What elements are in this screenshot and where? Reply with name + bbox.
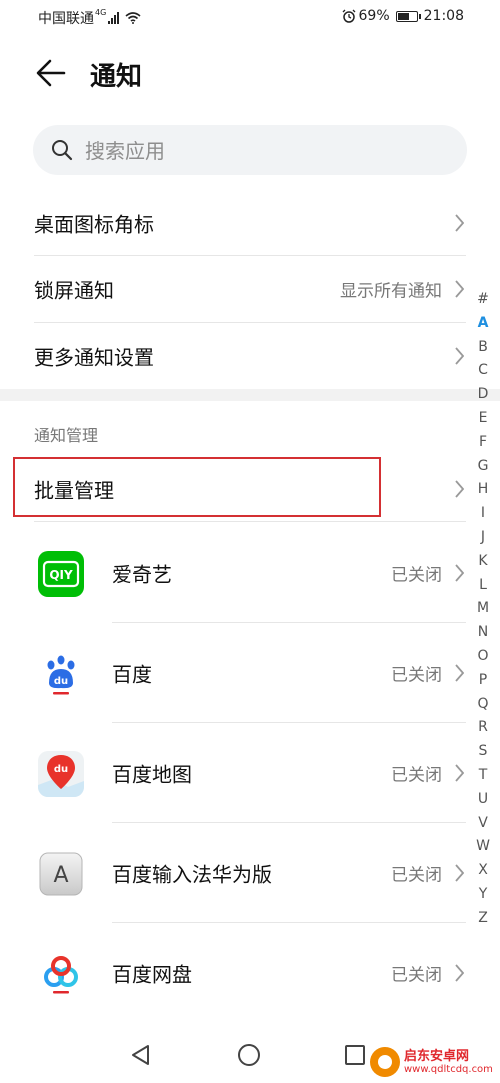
watermark-text: 启东安卓网 www.qdltcdq.com — [404, 1049, 493, 1076]
alphabet-index-letter[interactable]: B — [474, 336, 492, 360]
watermark-logo-icon — [370, 1047, 400, 1077]
setting-row-desktop-badge[interactable]: 桌面图标角标 — [34, 190, 466, 256]
battery-icon — [395, 10, 421, 22]
svg-text:du: du — [54, 764, 68, 775]
alphabet-index-letter[interactable]: V — [474, 812, 492, 836]
app-name: 百度输入法华为版 — [112, 862, 272, 887]
wifi-icon — [125, 12, 141, 24]
baidu-map-icon: du — [38, 751, 84, 797]
nav-back-icon[interactable] — [130, 1044, 152, 1066]
setting-label: 锁屏通知 — [34, 278, 114, 303]
alphabet-index-letter[interactable]: H — [474, 478, 492, 502]
search-input[interactable] — [83, 125, 447, 177]
app-row-iqiyi[interactable]: QIY 爱奇艺 已关闭 — [34, 523, 466, 623]
network-type: 4G — [95, 7, 107, 17]
search-icon — [52, 140, 73, 161]
setting-value: 显示所有通知 — [340, 281, 442, 302]
status-right: 69% 21:08 — [342, 8, 464, 24]
alphabet-index-letter[interactable]: X — [474, 859, 492, 883]
app-status: 已关闭 — [391, 765, 442, 786]
app-name: 百度网盘 — [112, 962, 192, 987]
alphabet-index-letter[interactable]: R — [474, 716, 492, 740]
alphabet-index-letter[interactable]: Z — [474, 907, 492, 931]
alphabet-index-letter[interactable]: J — [474, 526, 492, 550]
page-title: 通知 — [90, 62, 143, 92]
app-row-baidu-map[interactable]: du 百度地图 已关闭 — [34, 723, 466, 823]
alphabet-index-letter[interactable]: Q — [474, 693, 492, 717]
chevron-right-icon — [455, 480, 464, 498]
app-status: 已关闭 — [391, 865, 442, 886]
app-row-baidu-input[interactable]: A 百度输入法华为版 已关闭 — [34, 823, 466, 923]
app-status: 已关闭 — [391, 965, 442, 986]
alphabet-index-letter[interactable]: N — [474, 621, 492, 645]
app-name: 爱奇艺 — [112, 562, 172, 587]
alphabet-index-letter[interactable]: P — [474, 669, 492, 693]
svg-text:du: du — [54, 676, 68, 687]
alphabet-index-letter[interactable]: C — [474, 359, 492, 383]
baidu-input-icon: A — [38, 851, 84, 897]
nav-recent-icon[interactable] — [345, 1045, 365, 1065]
alphabet-index-letter[interactable]: F — [474, 431, 492, 455]
alphabet-index-letter[interactable]: M — [474, 597, 492, 621]
setting-label: 桌面图标角标 — [34, 212, 154, 237]
baidu-icon: du — [38, 651, 84, 697]
watermark-name: 启东安卓网 — [404, 1048, 470, 1064]
app-status: 已关闭 — [391, 665, 442, 686]
alphabet-index-letter[interactable]: O — [474, 645, 492, 669]
chevron-right-icon — [455, 214, 464, 232]
arrow-left-icon[interactable] — [34, 58, 68, 88]
svg-text:A: A — [53, 863, 68, 888]
alphabet-index-letter[interactable]: W — [474, 835, 492, 859]
chevron-right-icon — [455, 864, 464, 882]
alphabet-index-letter[interactable]: K — [474, 550, 492, 574]
chevron-right-icon — [455, 280, 464, 298]
alphabet-index-letter[interactable]: A — [474, 312, 492, 336]
app-name: 百度 — [112, 662, 152, 687]
status-left: 中国联通 4G — [38, 8, 141, 28]
chevron-right-icon — [455, 564, 464, 582]
alarm-icon — [342, 9, 355, 23]
chevron-right-icon — [455, 347, 464, 365]
chevron-right-icon — [455, 964, 464, 982]
battery-percent: 69% — [358, 8, 390, 24]
alphabet-index-letter[interactable]: S — [474, 740, 492, 764]
setting-label: 更多通知设置 — [34, 345, 154, 370]
alphabet-index-letter[interactable]: T — [474, 764, 492, 788]
signal-icon — [108, 12, 120, 24]
svg-text:QIY: QIY — [49, 568, 73, 582]
search-box[interactable] — [33, 125, 467, 177]
watermark: 启东安卓网 www.qdltcdq.com — [370, 1043, 498, 1081]
baidu-netdisk-icon — [38, 951, 84, 997]
section-separator — [0, 389, 500, 401]
app-name: 百度地图 — [112, 762, 192, 787]
alphabet-index-letter[interactable]: D — [474, 383, 492, 407]
alphabet-index-letter[interactable]: I — [474, 502, 492, 526]
clock: 21:08 — [423, 8, 464, 24]
app-status: 已关闭 — [391, 565, 442, 586]
chevron-right-icon — [455, 764, 464, 782]
status-bar: 中国联通 4G 69% 21:08 — [0, 0, 500, 34]
setting-row-more[interactable]: 更多通知设置 — [34, 323, 466, 389]
alphabet-index-letter[interactable]: E — [474, 407, 492, 431]
highlight-box — [13, 457, 381, 517]
alphabet-index-letter[interactable]: L — [474, 574, 492, 598]
section-title: 通知管理 — [34, 426, 99, 445]
alphabet-index-letter[interactable]: Y — [474, 883, 492, 907]
alphabet-index-letter[interactable]: # — [474, 288, 492, 312]
app-row-baidu-netdisk[interactable]: 百度网盘 已关闭 — [34, 923, 466, 1023]
alphabet-index[interactable]: # A B C D E F G H I J K L M N O P Q R S T U V W X Y Z — [474, 288, 492, 931]
alphabet-index-letter[interactable]: U — [474, 788, 492, 812]
app-row-baidu[interactable]: du 百度 已关闭 — [34, 623, 466, 723]
carrier-name: 中国联通 — [38, 11, 94, 27]
iqiyi-icon: QIY — [38, 551, 84, 597]
nav-home-icon[interactable] — [238, 1044, 260, 1066]
divider — [34, 521, 466, 522]
chevron-right-icon — [455, 664, 464, 682]
alphabet-index-letter[interactable]: G — [474, 455, 492, 479]
setting-row-lockscreen[interactable]: 锁屏通知 显示所有通知 — [34, 256, 466, 322]
watermark-url: www.qdltcdq.com — [404, 1063, 493, 1075]
